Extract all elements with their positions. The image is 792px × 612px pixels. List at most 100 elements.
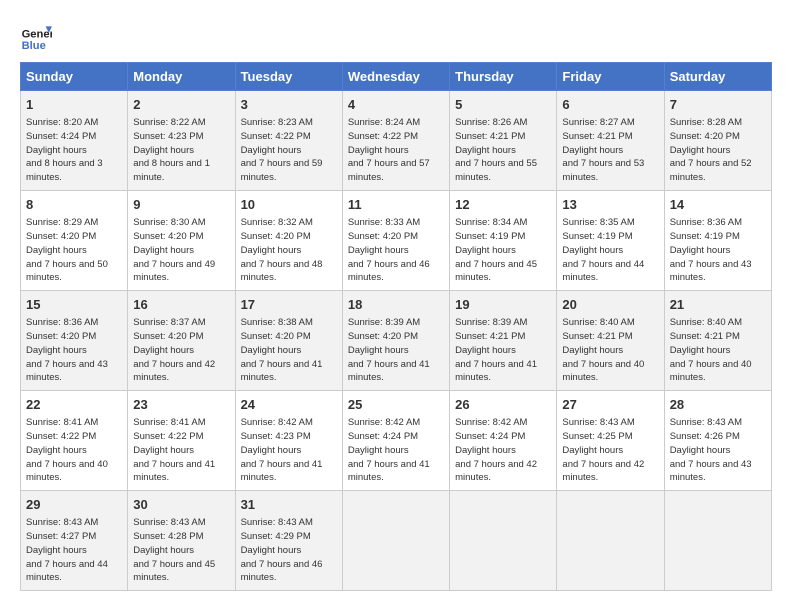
day-number: 7 (670, 96, 766, 114)
cell-info: Sunrise: 8:43 AM Sunset: 4:29 PM Dayligh… (241, 516, 337, 585)
day-number: 27 (562, 396, 658, 414)
svg-text:Blue: Blue (22, 40, 46, 52)
calendar-cell (450, 491, 557, 591)
calendar-cell: 14 Sunrise: 8:36 AM Sunset: 4:19 PM Dayl… (664, 191, 771, 291)
day-number: 1 (26, 96, 122, 114)
calendar-body: 1 Sunrise: 8:20 AM Sunset: 4:24 PM Dayli… (21, 91, 772, 591)
cell-info: Sunrise: 8:43 AM Sunset: 4:26 PM Dayligh… (670, 416, 766, 485)
calendar-cell: 30 Sunrise: 8:43 AM Sunset: 4:28 PM Dayl… (128, 491, 235, 591)
calendar-cell (664, 491, 771, 591)
calendar-cell: 24 Sunrise: 8:42 AM Sunset: 4:23 PM Dayl… (235, 391, 342, 491)
calendar-cell: 1 Sunrise: 8:20 AM Sunset: 4:24 PM Dayli… (21, 91, 128, 191)
calendar-cell: 18 Sunrise: 8:39 AM Sunset: 4:20 PM Dayl… (342, 291, 449, 391)
cell-info: Sunrise: 8:32 AM Sunset: 4:20 PM Dayligh… (241, 216, 337, 285)
weekday-header-tuesday: Tuesday (235, 63, 342, 91)
calendar-cell: 28 Sunrise: 8:43 AM Sunset: 4:26 PM Dayl… (664, 391, 771, 491)
day-number: 19 (455, 296, 551, 314)
calendar-cell: 4 Sunrise: 8:24 AM Sunset: 4:22 PM Dayli… (342, 91, 449, 191)
day-number: 3 (241, 96, 337, 114)
day-number: 26 (455, 396, 551, 414)
day-number: 9 (133, 196, 229, 214)
day-number: 12 (455, 196, 551, 214)
svg-text:General: General (22, 29, 52, 41)
weekday-header-thursday: Thursday (450, 63, 557, 91)
calendar-cell: 6 Sunrise: 8:27 AM Sunset: 4:21 PM Dayli… (557, 91, 664, 191)
day-number: 5 (455, 96, 551, 114)
calendar-cell: 16 Sunrise: 8:37 AM Sunset: 4:20 PM Dayl… (128, 291, 235, 391)
cell-info: Sunrise: 8:40 AM Sunset: 4:21 PM Dayligh… (562, 316, 658, 385)
calendar-week-4: 22 Sunrise: 8:41 AM Sunset: 4:22 PM Dayl… (21, 391, 772, 491)
cell-info: Sunrise: 8:37 AM Sunset: 4:20 PM Dayligh… (133, 316, 229, 385)
weekday-header-wednesday: Wednesday (342, 63, 449, 91)
day-number: 2 (133, 96, 229, 114)
logo-icon: General Blue (20, 20, 52, 52)
calendar-cell: 23 Sunrise: 8:41 AM Sunset: 4:22 PM Dayl… (128, 391, 235, 491)
day-number: 16 (133, 296, 229, 314)
cell-info: Sunrise: 8:43 AM Sunset: 4:27 PM Dayligh… (26, 516, 122, 585)
calendar-header-row: SundayMondayTuesdayWednesdayThursdayFrid… (21, 63, 772, 91)
cell-info: Sunrise: 8:22 AM Sunset: 4:23 PM Dayligh… (133, 116, 229, 185)
cell-info: Sunrise: 8:27 AM Sunset: 4:21 PM Dayligh… (562, 116, 658, 185)
calendar-cell: 17 Sunrise: 8:38 AM Sunset: 4:20 PM Dayl… (235, 291, 342, 391)
cell-info: Sunrise: 8:34 AM Sunset: 4:19 PM Dayligh… (455, 216, 551, 285)
day-number: 23 (133, 396, 229, 414)
logo: General Blue (20, 20, 52, 52)
day-number: 20 (562, 296, 658, 314)
day-number: 15 (26, 296, 122, 314)
weekday-header-saturday: Saturday (664, 63, 771, 91)
day-number: 13 (562, 196, 658, 214)
cell-info: Sunrise: 8:24 AM Sunset: 4:22 PM Dayligh… (348, 116, 444, 185)
day-number: 6 (562, 96, 658, 114)
calendar-cell: 2 Sunrise: 8:22 AM Sunset: 4:23 PM Dayli… (128, 91, 235, 191)
cell-info: Sunrise: 8:29 AM Sunset: 4:20 PM Dayligh… (26, 216, 122, 285)
day-number: 4 (348, 96, 444, 114)
cell-info: Sunrise: 8:26 AM Sunset: 4:21 PM Dayligh… (455, 116, 551, 185)
cell-info: Sunrise: 8:39 AM Sunset: 4:20 PM Dayligh… (348, 316, 444, 385)
weekday-header-sunday: Sunday (21, 63, 128, 91)
day-number: 22 (26, 396, 122, 414)
calendar-cell: 15 Sunrise: 8:36 AM Sunset: 4:20 PM Dayl… (21, 291, 128, 391)
calendar-cell: 9 Sunrise: 8:30 AM Sunset: 4:20 PM Dayli… (128, 191, 235, 291)
calendar-cell: 22 Sunrise: 8:41 AM Sunset: 4:22 PM Dayl… (21, 391, 128, 491)
calendar-table: SundayMondayTuesdayWednesdayThursdayFrid… (20, 62, 772, 591)
calendar-cell: 11 Sunrise: 8:33 AM Sunset: 4:20 PM Dayl… (342, 191, 449, 291)
cell-info: Sunrise: 8:23 AM Sunset: 4:22 PM Dayligh… (241, 116, 337, 185)
day-number: 17 (241, 296, 337, 314)
calendar-cell: 13 Sunrise: 8:35 AM Sunset: 4:19 PM Dayl… (557, 191, 664, 291)
cell-info: Sunrise: 8:38 AM Sunset: 4:20 PM Dayligh… (241, 316, 337, 385)
calendar-week-1: 1 Sunrise: 8:20 AM Sunset: 4:24 PM Dayli… (21, 91, 772, 191)
calendar-cell: 10 Sunrise: 8:32 AM Sunset: 4:20 PM Dayl… (235, 191, 342, 291)
cell-info: Sunrise: 8:41 AM Sunset: 4:22 PM Dayligh… (133, 416, 229, 485)
calendar-cell: 8 Sunrise: 8:29 AM Sunset: 4:20 PM Dayli… (21, 191, 128, 291)
calendar-cell: 3 Sunrise: 8:23 AM Sunset: 4:22 PM Dayli… (235, 91, 342, 191)
day-number: 11 (348, 196, 444, 214)
day-number: 28 (670, 396, 766, 414)
cell-info: Sunrise: 8:30 AM Sunset: 4:20 PM Dayligh… (133, 216, 229, 285)
cell-info: Sunrise: 8:40 AM Sunset: 4:21 PM Dayligh… (670, 316, 766, 385)
calendar-cell: 25 Sunrise: 8:42 AM Sunset: 4:24 PM Dayl… (342, 391, 449, 491)
day-number: 10 (241, 196, 337, 214)
day-number: 31 (241, 496, 337, 514)
calendar-cell: 21 Sunrise: 8:40 AM Sunset: 4:21 PM Dayl… (664, 291, 771, 391)
day-number: 25 (348, 396, 444, 414)
cell-info: Sunrise: 8:36 AM Sunset: 4:20 PM Dayligh… (26, 316, 122, 385)
calendar-week-5: 29 Sunrise: 8:43 AM Sunset: 4:27 PM Dayl… (21, 491, 772, 591)
calendar-cell: 31 Sunrise: 8:43 AM Sunset: 4:29 PM Dayl… (235, 491, 342, 591)
day-number: 21 (670, 296, 766, 314)
day-number: 14 (670, 196, 766, 214)
calendar-week-2: 8 Sunrise: 8:29 AM Sunset: 4:20 PM Dayli… (21, 191, 772, 291)
cell-info: Sunrise: 8:42 AM Sunset: 4:24 PM Dayligh… (455, 416, 551, 485)
day-number: 24 (241, 396, 337, 414)
cell-info: Sunrise: 8:36 AM Sunset: 4:19 PM Dayligh… (670, 216, 766, 285)
calendar-week-3: 15 Sunrise: 8:36 AM Sunset: 4:20 PM Dayl… (21, 291, 772, 391)
cell-info: Sunrise: 8:28 AM Sunset: 4:20 PM Dayligh… (670, 116, 766, 185)
calendar-cell: 7 Sunrise: 8:28 AM Sunset: 4:20 PM Dayli… (664, 91, 771, 191)
calendar-cell (342, 491, 449, 591)
cell-info: Sunrise: 8:33 AM Sunset: 4:20 PM Dayligh… (348, 216, 444, 285)
calendar-cell: 19 Sunrise: 8:39 AM Sunset: 4:21 PM Dayl… (450, 291, 557, 391)
cell-info: Sunrise: 8:41 AM Sunset: 4:22 PM Dayligh… (26, 416, 122, 485)
cell-info: Sunrise: 8:39 AM Sunset: 4:21 PM Dayligh… (455, 316, 551, 385)
page-header: General Blue (20, 20, 772, 52)
cell-info: Sunrise: 8:43 AM Sunset: 4:28 PM Dayligh… (133, 516, 229, 585)
day-number: 30 (133, 496, 229, 514)
